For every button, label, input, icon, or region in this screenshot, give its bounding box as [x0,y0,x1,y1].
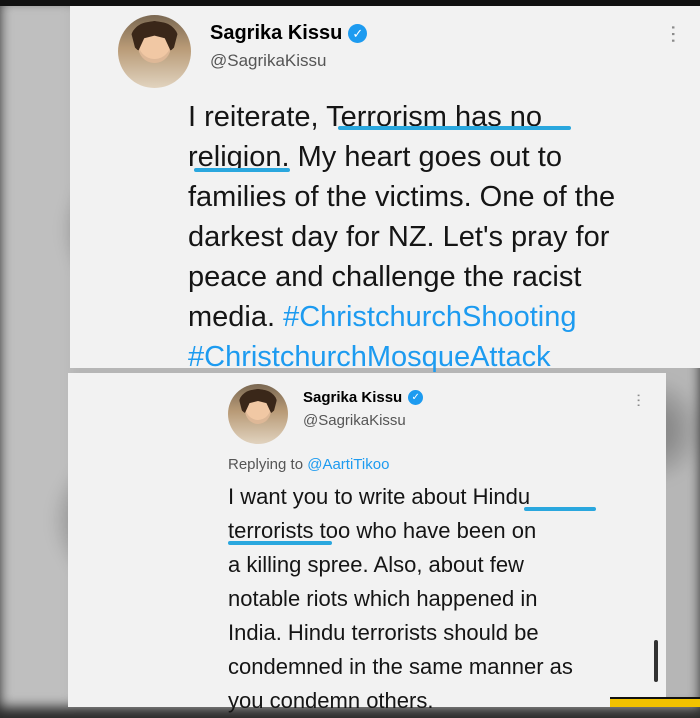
text-line-with-hashtag: media. #ChristchurchShooting [188,297,615,337]
reply-line: Replying to @AartiTikoo [228,456,389,473]
hashtag-christchurch-shooting[interactable]: #ChristchurchShooting [283,301,576,333]
text-line: condemned in the same manner as [228,654,573,679]
text-underline [524,507,596,511]
avatar[interactable] [228,384,288,444]
text-line: I reiterate, Terrorism has no [188,101,543,133]
text-underline [194,168,290,172]
avatar[interactable] [118,15,191,88]
bottom-name-row: Sagrika Kissu ✓ [303,389,424,406]
text-prefix: media. [188,301,284,333]
text-underline [338,126,571,130]
more-options-icon[interactable]: ⋯ [662,24,684,42]
bottom-tweet-header: Sagrika Kissu ✓ @SagrikaKissu [303,389,424,429]
text-line: notable riots which happened in [228,586,538,611]
reply-target-link[interactable]: @AartiTikoo [307,456,389,473]
author-handle[interactable]: @SagrikaKissu [303,412,423,429]
scrollbar[interactable] [654,640,658,682]
text-line: a killing spree. Also, about few [228,552,524,577]
top-name-row: Sagrika Kissu ✓ [210,22,368,45]
bottom-tweet-text: I want you to write about Hindu terroris… [228,480,573,718]
text-line: darkest day for NZ. Let's pray for [188,221,610,253]
text-line: you condemn others. [228,688,434,713]
hashtag-christchurch-mosque-attack[interactable]: #ChristchurchMosqueAttack [188,337,615,377]
author-name[interactable]: Sagrika Kissu [210,22,342,45]
author-handle[interactable]: @SagrikaKissu [210,51,367,71]
more-options-icon[interactable]: ⋯ [630,393,647,406]
text-line: I want you to write about Hindu [228,484,531,509]
top-tweet-text: I reiterate, Terrorism has no religion. … [188,97,615,377]
top-tweet-header: Sagrika Kissu ✓ @SagrikaKissu [210,22,368,71]
text-line: India. Hindu terrorists should be [228,620,539,645]
author-name[interactable]: Sagrika Kissu [303,389,402,406]
text-line: families of the victims. One of the [188,181,616,213]
corner-tag [610,697,700,707]
text-underline [228,541,332,545]
verified-badge-icon: ✓ [408,390,424,405]
reply-prefix: Replying to [228,456,308,473]
text-line: peace and challenge the racist [188,261,582,293]
verified-badge-icon: ✓ [348,24,368,43]
